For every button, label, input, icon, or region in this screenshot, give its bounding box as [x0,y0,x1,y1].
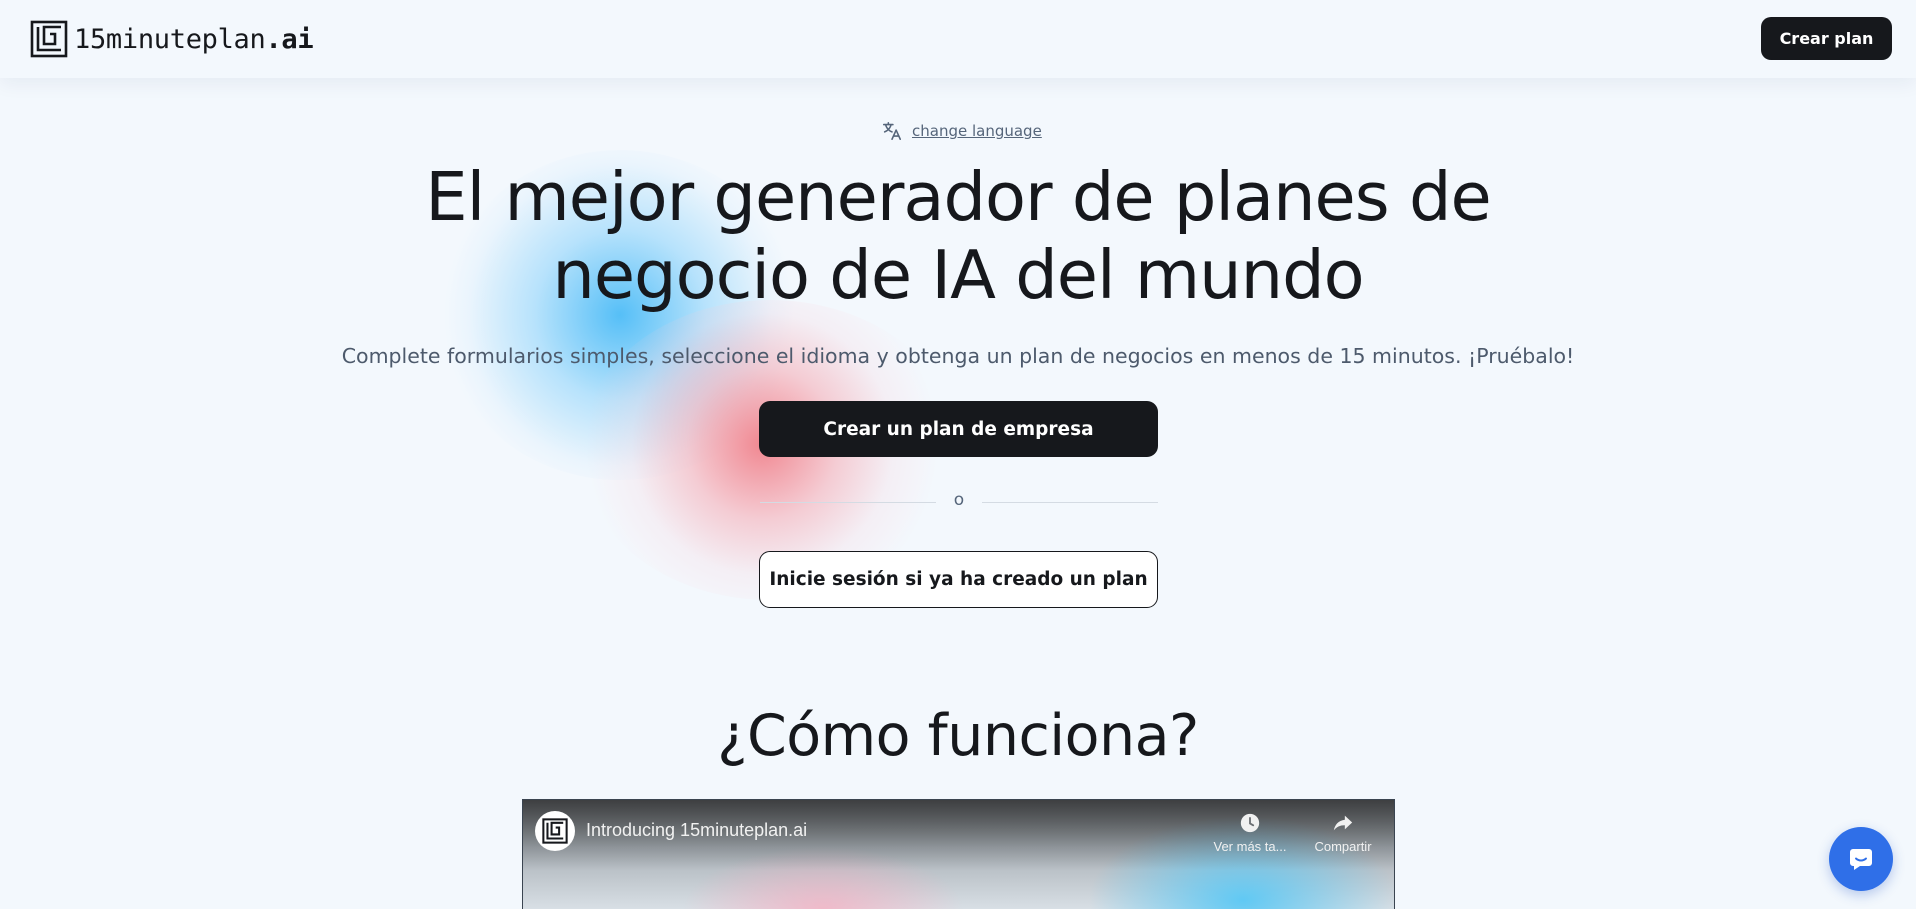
chat-widget-button[interactable] [1829,827,1893,891]
landing-page: 15minuteplan.ai Crear plan change langua… [0,0,1916,909]
channel-avatar[interactable] [535,811,575,851]
brand-logo[interactable]: 15minuteplan.ai [30,19,314,59]
create-plan-button[interactable]: Crear plan [1761,17,1892,60]
intro-video-player[interactable]: Introducing 15minuteplan.ai Ver más ta..… [522,799,1395,909]
hero-title-line-1: El mejor generador de planes de [425,158,1491,236]
share-arrow-icon [1333,815,1353,831]
channel-logo-icon [542,818,568,844]
chat-bubble-icon [1850,849,1872,870]
translate-icon [882,121,902,141]
divider-line-right [982,502,1158,503]
hero-subtitle: Complete formularios simples, seleccione… [341,344,1575,368]
site-header: 15minuteplan.ai Crear plan [0,0,1916,78]
share-label: Compartir [1314,839,1372,854]
how-it-works-title: ¿Cómo funciona? [717,703,1199,769]
video-title[interactable]: Introducing 15minuteplan.ai [586,820,807,841]
hero-title-line-2: negocio de IA del mundo [552,236,1364,314]
divider-line-left [760,502,936,503]
watch-later-button[interactable]: Ver más ta... [1205,812,1295,856]
clock-icon [1240,813,1260,833]
divider-or-text: o [953,490,965,510]
hero-title: El mejor generador de planes de negocio … [340,158,1576,314]
brand-name: 15minuteplan.ai [74,23,314,55]
watch-later-label: Ver más ta... [1213,839,1287,854]
change-language-control[interactable]: change language [881,118,1042,144]
create-business-plan-button[interactable]: Crear un plan de empresa [759,401,1158,457]
change-language-link[interactable]: change language [912,122,1042,140]
brand-logo-icon [30,20,68,58]
share-button[interactable]: Compartir [1298,812,1388,856]
login-button[interactable]: Inicie sesión si ya ha creado un plan [759,551,1158,608]
